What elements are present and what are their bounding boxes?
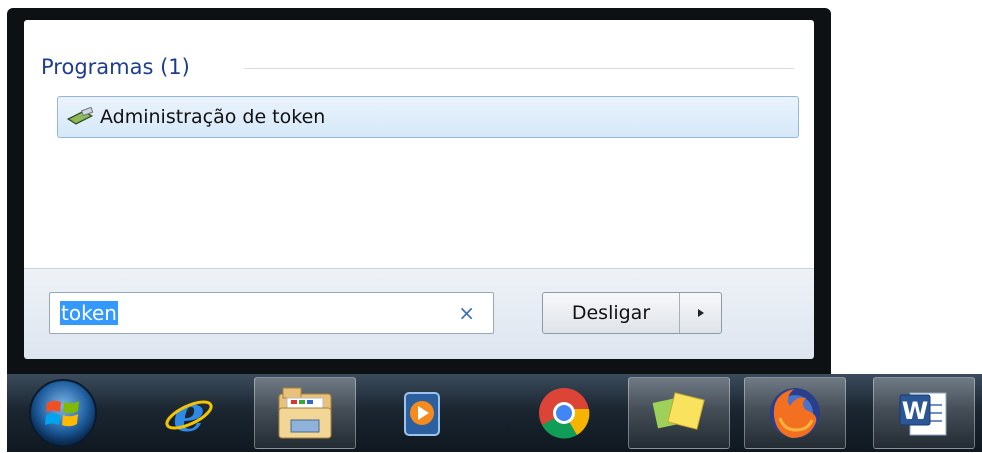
start-button[interactable] — [27, 377, 99, 449]
taskbar-item-media-player[interactable] — [371, 377, 473, 449]
clear-search-icon[interactable]: × — [458, 302, 475, 324]
section-divider — [244, 68, 794, 69]
taskbar-item-internet-explorer[interactable]: e — [138, 377, 240, 449]
folder-icon — [278, 387, 332, 439]
taskbar-item-chrome[interactable] — [513, 377, 615, 449]
sticky-notes-icon — [652, 392, 705, 430]
results-section-title: Programas (1) — [41, 55, 190, 79]
taskbar: e W — [7, 374, 982, 452]
internet-explorer-icon: e — [165, 385, 213, 441]
svg-text:e: e — [173, 385, 205, 441]
taskbar-item-sticky-notes[interactable] — [628, 377, 730, 449]
windows-logo-icon — [29, 379, 97, 447]
token-admin-icon — [66, 106, 96, 128]
firefox-icon — [770, 388, 820, 438]
search-input[interactable]: token × — [49, 292, 494, 334]
svg-text:W: W — [902, 397, 928, 425]
taskbar-item-word[interactable]: W — [873, 377, 975, 449]
shutdown-button-group: Desligar — [542, 292, 722, 334]
result-item-label: Administração de token — [100, 106, 326, 128]
taskbar-item-firefox[interactable] — [744, 377, 846, 449]
chrome-icon — [539, 388, 590, 439]
shutdown-button[interactable]: Desligar — [543, 293, 680, 333]
media-player-icon — [404, 392, 440, 436]
chevron-right-icon — [697, 309, 704, 317]
word-icon: W — [899, 392, 947, 436]
taskbar-item-windows-explorer[interactable] — [254, 377, 356, 449]
result-item-token-admin[interactable]: Administração de token — [57, 96, 799, 138]
search-input-value: token — [60, 301, 118, 325]
shutdown-options-button[interactable] — [680, 293, 721, 333]
